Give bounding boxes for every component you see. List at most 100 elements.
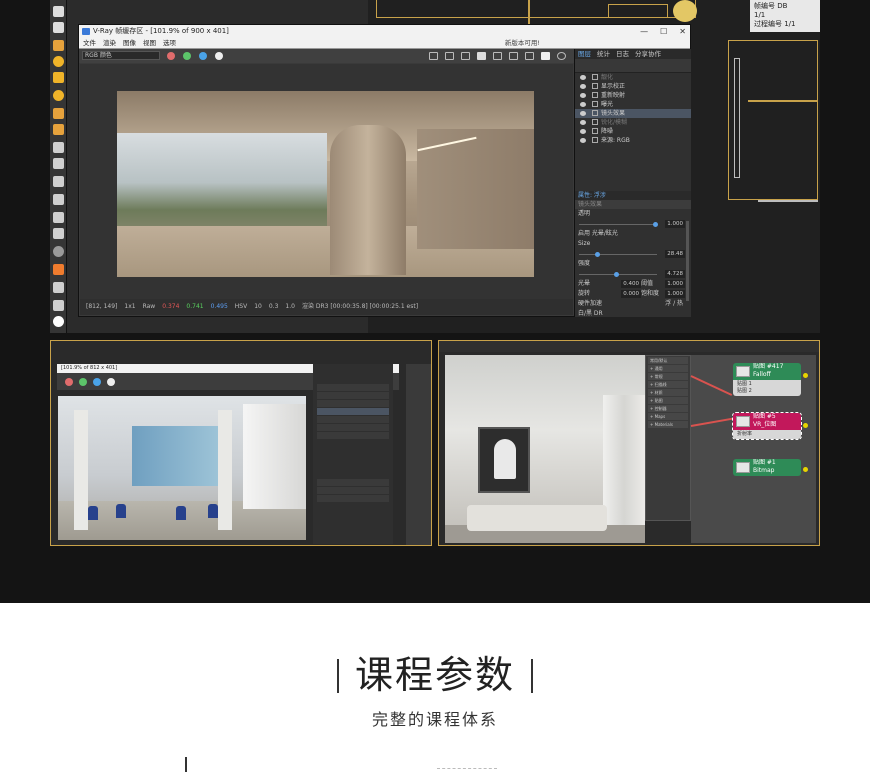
opacity-value[interactable]: 1.000 bbox=[665, 220, 685, 228]
render-sphere-icon[interactable] bbox=[53, 246, 64, 257]
node-editor-canvas[interactable]: 贴图 #417 Falloff 贴图 1 贴图 2 贴图 #5 VR_位图 折射率 贴… bbox=[690, 355, 816, 543]
eye-icon[interactable] bbox=[580, 93, 586, 98]
layer-checkbox[interactable] bbox=[592, 83, 598, 89]
material-icon[interactable] bbox=[53, 142, 64, 153]
camera-icon[interactable] bbox=[53, 72, 64, 83]
teapot-render-icon[interactable] bbox=[541, 52, 550, 60]
motion-icon[interactable] bbox=[53, 194, 64, 205]
prop-size-slider[interactable]: 28.48 bbox=[575, 249, 691, 259]
sun-icon[interactable] bbox=[53, 90, 64, 101]
layer-item[interactable]: 来源: RGB bbox=[575, 136, 691, 145]
hierarchy-icon[interactable] bbox=[53, 176, 64, 187]
layer-item[interactable]: 降噪 bbox=[575, 127, 691, 136]
light-icon[interactable] bbox=[53, 40, 64, 51]
layer-checkbox[interactable] bbox=[592, 128, 598, 134]
layer-checkbox[interactable] bbox=[592, 137, 598, 143]
prop-enable-bloom[interactable]: 启用 光晕/眩光 bbox=[575, 229, 691, 239]
helper-icon[interactable] bbox=[53, 108, 64, 119]
prop-hw-accel[interactable]: 硬件加速浮 / 热 bbox=[575, 299, 691, 309]
grid-icon[interactable] bbox=[53, 300, 64, 311]
layer-tools[interactable] bbox=[575, 59, 691, 73]
blue-channel-icon[interactable] bbox=[93, 378, 101, 386]
geometry-icon[interactable] bbox=[53, 124, 64, 135]
eye-icon[interactable] bbox=[580, 102, 586, 107]
map-node-falloff[interactable]: 贴图 #417 Falloff 贴图 1 贴图 2 bbox=[733, 363, 801, 396]
browser-item[interactable]: + 材质 bbox=[648, 389, 688, 396]
sphere-icon[interactable] bbox=[53, 56, 64, 67]
maximize-button[interactable]: ☐ bbox=[660, 25, 667, 38]
eye-icon[interactable] bbox=[580, 120, 586, 125]
vfb-title-bar[interactable]: V-Ray 帧缓存区 - [101.9% of 900 x 401] — ☐ ✕ bbox=[79, 25, 690, 38]
browser-item[interactable]: + 控制器 bbox=[648, 405, 688, 412]
prop-intensity-slider[interactable]: 4.728 bbox=[575, 269, 691, 279]
display-icon[interactable] bbox=[53, 212, 64, 223]
stop-icon[interactable] bbox=[525, 52, 534, 60]
red-channel-icon[interactable] bbox=[65, 378, 73, 386]
settings-icon[interactable] bbox=[557, 52, 566, 60]
move-icon[interactable] bbox=[53, 22, 64, 33]
layer-checkbox[interactable] bbox=[592, 74, 598, 80]
layer-item[interactable]: 显示校正 bbox=[575, 82, 691, 91]
layer-item-selected[interactable]: 镜头效果 bbox=[575, 109, 691, 118]
blue-channel-icon[interactable] bbox=[199, 52, 207, 60]
lens-icon[interactable] bbox=[493, 52, 502, 60]
browser-item[interactable]: + 扫描线 bbox=[648, 381, 688, 388]
layer-item[interactable]: 靓化 bbox=[575, 73, 691, 82]
layer-checkbox[interactable] bbox=[592, 110, 598, 116]
eye-icon[interactable] bbox=[580, 129, 586, 134]
red-channel-icon[interactable] bbox=[167, 52, 175, 60]
tab-stats[interactable]: 统计 bbox=[597, 49, 610, 59]
menu-view[interactable]: 视图 bbox=[143, 38, 156, 48]
channel-select[interactable]: RGB 颜色 bbox=[82, 51, 160, 60]
properties-scrollbar[interactable] bbox=[686, 221, 689, 301]
browser-item[interactable]: + 贴图 bbox=[648, 397, 688, 404]
layer-item[interactable]: 锐化/模糊 bbox=[575, 118, 691, 127]
mono-channel-icon[interactable] bbox=[215, 52, 223, 60]
color-mode-select[interactable]: HSV bbox=[235, 299, 247, 315]
output-pin[interactable] bbox=[803, 467, 808, 472]
layer-item[interactable]: 曝光 bbox=[575, 100, 691, 109]
zoom-select[interactable]: 1x1 bbox=[124, 299, 135, 315]
minimize-button[interactable]: — bbox=[640, 25, 648, 38]
browser-item[interactable]: + Maps bbox=[648, 413, 688, 420]
eye-icon[interactable] bbox=[580, 75, 586, 80]
update-available-link[interactable]: 新版本可用! bbox=[505, 38, 540, 48]
browser-item[interactable]: 常用/默认 bbox=[648, 357, 688, 364]
output-pin[interactable] bbox=[803, 423, 808, 428]
utility-icon[interactable] bbox=[53, 228, 64, 239]
tab-layers[interactable]: 图层 bbox=[578, 49, 591, 59]
green-channel-icon[interactable] bbox=[183, 52, 191, 60]
layer-item[interactable]: 重新映射 bbox=[575, 91, 691, 100]
save-icon[interactable] bbox=[429, 52, 438, 60]
map-node-vr-bitmap[interactable]: 贴图 #5 VR_位图 折射率 bbox=[732, 412, 802, 440]
render-icon[interactable] bbox=[509, 52, 518, 60]
mono-channel-icon[interactable] bbox=[107, 378, 115, 386]
browser-item[interactable]: + 常规 bbox=[648, 373, 688, 380]
eye-icon[interactable] bbox=[580, 84, 586, 89]
green-channel-icon[interactable] bbox=[79, 378, 87, 386]
eye-icon[interactable] bbox=[580, 138, 586, 143]
intensity-value[interactable]: 4.728 bbox=[665, 270, 685, 278]
layer-checkbox[interactable] bbox=[592, 92, 598, 98]
tab-share[interactable]: 分享协作 bbox=[635, 49, 661, 59]
teapot-icon[interactable] bbox=[53, 282, 64, 293]
menu-options[interactable]: 选项 bbox=[163, 38, 176, 48]
prop-opacity-slider[interactable]: 1.000 bbox=[575, 219, 691, 229]
history-icon[interactable] bbox=[477, 52, 486, 60]
eye-icon[interactable] bbox=[580, 111, 586, 116]
close-button[interactable]: ✕ bbox=[679, 25, 686, 38]
menu-image[interactable]: 图像 bbox=[123, 38, 136, 48]
check-icon[interactable] bbox=[53, 316, 64, 327]
output-pin[interactable] bbox=[803, 373, 808, 378]
map-node-bitmap[interactable]: 贴图 #1 Bitmap bbox=[733, 459, 801, 476]
palette-icon[interactable] bbox=[53, 264, 64, 275]
region-render-icon[interactable] bbox=[461, 52, 470, 60]
render-canvas[interactable] bbox=[80, 64, 573, 300]
layer-checkbox[interactable] bbox=[592, 101, 598, 107]
browser-item[interactable]: + 通用 bbox=[648, 365, 688, 372]
raw-toggle[interactable]: Raw bbox=[143, 299, 156, 315]
select-icon[interactable] bbox=[53, 6, 64, 17]
clear-icon[interactable] bbox=[445, 52, 454, 60]
tab-log[interactable]: 日志 bbox=[616, 49, 629, 59]
menu-file[interactable]: 文件 bbox=[83, 38, 96, 48]
